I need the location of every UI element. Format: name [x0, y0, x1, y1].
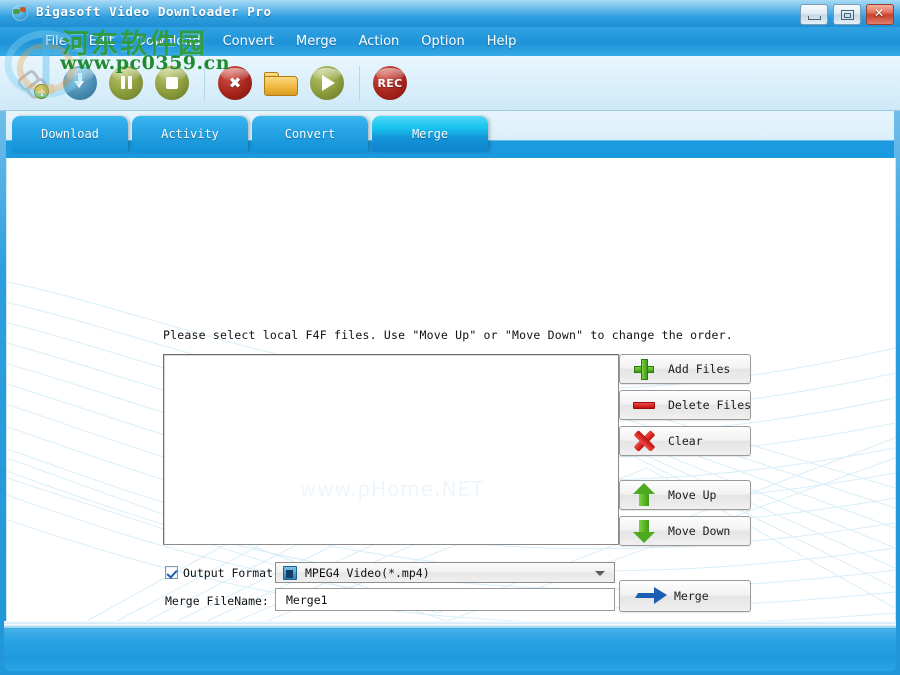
download-button[interactable] [58, 61, 102, 105]
move-down-label: Move Down [668, 524, 730, 538]
chevron-down-icon [595, 571, 605, 576]
menu-item-download[interactable]: Download [125, 32, 212, 51]
merge-button[interactable]: Merge [619, 580, 751, 612]
open-folder-icon [264, 72, 298, 96]
tab-merge-label: Merge [412, 127, 448, 141]
merge-filename-input[interactable]: Merge1 [275, 588, 615, 611]
play-button[interactable] [305, 61, 349, 105]
delete-files-button[interactable]: Delete Files [619, 390, 751, 420]
clear-button[interactable]: Clear [619, 426, 751, 456]
record-label: REC [368, 61, 412, 105]
output-format-label: Output Format: [183, 566, 280, 580]
green-up-arrow-icon [632, 483, 662, 507]
record-button[interactable]: REC [368, 61, 412, 105]
menu-item-file[interactable]: File [34, 32, 78, 51]
close-button[interactable]: ✕ [866, 4, 894, 25]
restore-icon [841, 10, 854, 20]
tab-strip: Download Activity Convert Merge [6, 111, 894, 158]
list-watermark: www.pHome.NET [164, 477, 620, 501]
add-link-icon [16, 69, 52, 99]
output-format-value: MPEG4 Video(*.mp4) [305, 566, 430, 580]
pause-button[interactable] [104, 61, 148, 105]
move-up-button[interactable]: Move Up [619, 480, 751, 510]
add-link-button[interactable] [12, 61, 56, 105]
menu-item-action[interactable]: Action [348, 32, 411, 51]
red-minus-icon [632, 393, 662, 417]
minimize-icon [808, 16, 821, 20]
file-list[interactable]: www.pHome.NET [163, 354, 619, 545]
output-format-checkbox[interactable] [165, 566, 178, 579]
application-window: Bigasoft Video Downloader Pro ✕ File Edi… [0, 0, 900, 675]
menu-item-edit[interactable]: Edit [78, 32, 125, 51]
move-up-label: Move Up [668, 488, 716, 502]
instruction-text: Please select local F4F files. Use "Move… [163, 328, 733, 342]
merge-label: Merge [674, 589, 709, 603]
tab-convert-label: Convert [285, 127, 336, 141]
merge-filename-value: Merge1 [286, 593, 328, 607]
green-down-arrow-icon [632, 519, 662, 543]
menu-item-convert[interactable]: Convert [212, 32, 285, 51]
delete-files-label: Delete Files [668, 398, 751, 412]
open-folder-button[interactable] [259, 61, 303, 105]
app-globe-icon [12, 5, 28, 21]
toolbar-separator [204, 66, 205, 100]
tab-activity-label: Activity [161, 127, 219, 141]
tab-convert[interactable]: Convert [252, 116, 368, 152]
minimize-button[interactable] [800, 4, 828, 25]
video-file-icon [283, 566, 297, 580]
menu-item-merge[interactable]: Merge [285, 32, 348, 51]
red-x-icon [632, 429, 662, 453]
add-files-label: Add Files [668, 362, 730, 376]
toolbar: ✖ REC [0, 56, 900, 111]
blue-arrow-icon [634, 584, 668, 608]
window-title: Bigasoft Video Downloader Pro [36, 4, 272, 19]
close-icon: ✕ [867, 5, 891, 22]
menu-item-help[interactable]: Help [476, 32, 528, 51]
window-controls: ✕ [800, 4, 894, 25]
move-down-button[interactable]: Move Down [619, 516, 751, 546]
output-format-select[interactable]: MPEG4 Video(*.mp4) [275, 562, 615, 583]
delete-button[interactable]: ✖ [213, 61, 257, 105]
green-plus-icon [632, 357, 662, 381]
status-bar [4, 627, 896, 671]
tab-merge[interactable]: Merge [372, 116, 488, 152]
maximize-button[interactable] [833, 4, 861, 25]
merge-filename-label: Merge FileName: [165, 594, 269, 608]
merge-panel: Please select local F4F files. Use "Move… [6, 158, 896, 621]
tab-download-label: Download [41, 127, 99, 141]
tab-activity[interactable]: Activity [132, 116, 248, 152]
clear-label: Clear [668, 434, 703, 448]
stop-button[interactable] [150, 61, 194, 105]
tab-download[interactable]: Download [12, 116, 128, 152]
add-files-button[interactable]: Add Files [619, 354, 751, 384]
toolbar-separator-2 [359, 66, 360, 100]
menu-item-option[interactable]: Option [410, 32, 475, 51]
menu-bar: File Edit Download Convert Merge Action … [0, 27, 900, 56]
title-bar: Bigasoft Video Downloader Pro ✕ [0, 0, 900, 28]
